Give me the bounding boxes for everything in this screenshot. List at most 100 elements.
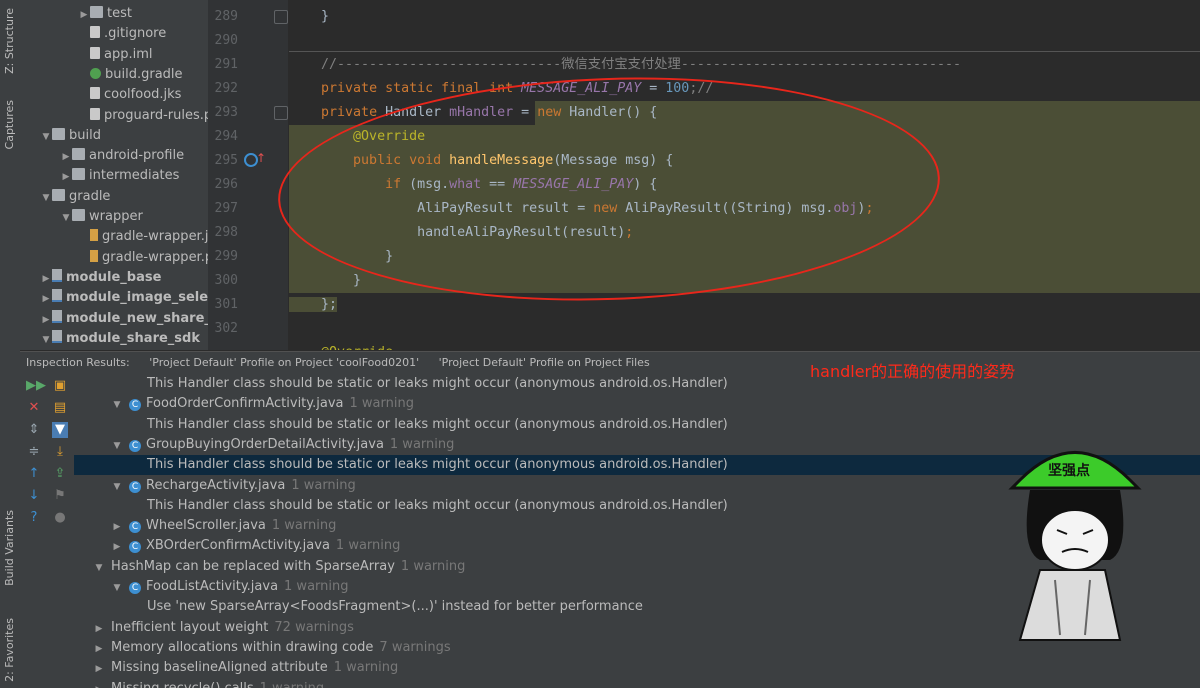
tree-item[interactable]: ▶ module_base [40, 268, 161, 288]
tree-item[interactable]: app.iml [78, 45, 153, 65]
inspection-text: RechargeActivity.java [146, 477, 286, 493]
close-icon[interactable]: ✕ [26, 400, 42, 416]
tree-item[interactable]: ▼ gradle [40, 187, 110, 207]
warning-count: 1 warning [271, 518, 337, 534]
warning-count: 1 warning [284, 579, 349, 594]
folder-icon [72, 148, 85, 161]
export-icon[interactable]: ⤓ [52, 444, 68, 460]
inspection-row[interactable]: ▶ Missing recycle() calls 1 warning [74, 679, 1200, 688]
code-line-292: private static final int MESSAGE_ALI_PAY… [321, 81, 714, 96]
tree-item[interactable]: ▶ module_new_share_sdk [40, 309, 208, 329]
tree-item[interactable]: ▶ intermediates [60, 166, 179, 186]
expand-down-icon[interactable]: ▼ [40, 330, 52, 350]
inspection-text: Memory allocations within drawing code [111, 639, 374, 655]
left-tool-stripe: Z: Structure Captures Build Variants 2: … [0, 0, 21, 688]
tree-item-label: gradle-wrapper.properties [102, 249, 208, 265]
filter-file-icon[interactable]: ▤ [52, 400, 68, 416]
file-icon [90, 87, 100, 100]
expand-down-icon[interactable]: ▼ [111, 477, 123, 497]
help-icon[interactable]: ? [26, 510, 42, 526]
collapse-all-icon[interactable]: ≑ [26, 444, 42, 460]
file-icon [90, 46, 100, 59]
suppress-icon[interactable]: ⚑ [52, 488, 68, 504]
tree-item[interactable]: ▼ build [40, 126, 101, 146]
tree-item[interactable]: build.gradle [78, 65, 183, 85]
expand-down-icon[interactable]: ▼ [40, 188, 52, 208]
folder-icon [52, 127, 65, 140]
inspection-tab-project[interactable]: 'Project Default' Profile on Project 'co… [149, 356, 419, 369]
expand-right-icon[interactable]: ▶ [111, 517, 123, 537]
expand-right-icon[interactable]: ▶ [78, 5, 90, 25]
apply-fix-icon[interactable]: ⇪ [52, 466, 68, 482]
line-number: 293 [214, 105, 238, 120]
tree-item[interactable]: gradle-wrapper.jar [78, 227, 208, 247]
expand-right-icon[interactable]: ▶ [93, 680, 105, 688]
code-line-296: if (msg.what == MESSAGE_ALI_PAY) { [289, 173, 1200, 197]
expand-down-icon[interactable]: ▼ [111, 436, 123, 456]
gradle-icon [90, 67, 101, 79]
line-number: 295 [214, 153, 238, 168]
expand-all-icon[interactable]: ⇕ [26, 422, 42, 438]
expand-right-icon[interactable]: ▶ [40, 310, 52, 330]
class-icon: C [129, 582, 141, 594]
file-icon [90, 26, 100, 39]
expand-down-icon[interactable]: ▼ [40, 127, 52, 147]
tree-item[interactable]: gradle-wrapper.properties [78, 248, 208, 268]
expand-right-icon[interactable]: ▶ [60, 167, 72, 187]
fold-marker-icon[interactable] [274, 10, 288, 24]
module-icon [52, 268, 62, 282]
expand-right-icon[interactable]: ▶ [93, 639, 105, 659]
previous-icon[interactable]: ↑ [26, 466, 42, 482]
tree-item[interactable]: ▶ android-profile [60, 146, 184, 166]
expand-right-icon[interactable]: ▶ [40, 269, 52, 289]
class-icon: C [129, 541, 141, 554]
code-line-289: } [289, 9, 330, 24]
inspection-tab-files[interactable]: 'Project Default' Profile on Project Fil… [439, 356, 650, 369]
expand-right-icon[interactable]: ▶ [60, 147, 72, 167]
inspection-row[interactable]: ▼ C FoodOrderConfirmActivity.java 1 warning [74, 394, 1200, 414]
class-icon: C [129, 521, 141, 534]
tree-item[interactable]: .gitignore [78, 24, 166, 44]
structure-tab[interactable]: Z: Structure [3, 8, 16, 74]
method-separator [289, 51, 1200, 52]
inspection-text: This Handler class should be static or l… [147, 497, 728, 513]
fold-marker-icon[interactable] [274, 106, 288, 120]
inspection-text: FoodListActivity.java [146, 579, 279, 594]
expand-down-icon[interactable]: ▼ [93, 558, 105, 578]
expand-right-icon[interactable]: ▶ [93, 659, 105, 679]
tree-item[interactable]: proguard-rules.pro [78, 106, 208, 126]
inspection-row[interactable]: This Handler class should be static or l… [74, 374, 1200, 394]
expand-down-icon[interactable]: ▼ [111, 395, 123, 415]
inspection-text: This Handler class should be static or l… [147, 376, 728, 391]
tree-item[interactable]: ▶ module_image_selector [40, 288, 208, 308]
expand-down-icon[interactable]: ▼ [60, 208, 72, 228]
tree-item[interactable]: ▼ wrapper [60, 207, 143, 227]
group-icon[interactable]: ▣ [52, 378, 68, 394]
tree-item[interactable]: ▼ module_share_sdk [40, 329, 200, 349]
rerun-icon[interactable]: ▶▶ [26, 378, 46, 394]
code-editor[interactable]: } //----------------------------微信支付宝支付处… [289, 0, 1200, 350]
class-icon: C [129, 399, 141, 412]
module-icon [52, 329, 62, 343]
code-line-293: private Handler mHandler = new Handler()… [321, 105, 658, 120]
inspection-text: FoodOrderConfirmActivity.java [146, 396, 344, 412]
expand-right-icon[interactable]: ▶ [93, 619, 105, 639]
code-line-297: AliPayResult result = new AliPayResult((… [289, 197, 1200, 221]
expand-right-icon[interactable]: ▶ [111, 537, 123, 557]
filter-icon[interactable]: ▼ [52, 422, 68, 438]
tree-item[interactable]: ▶ test [78, 4, 132, 24]
bulb-icon[interactable]: ● [52, 510, 68, 526]
inspection-text: This Handler class should be static or l… [147, 416, 728, 432]
favorites-tab[interactable]: 2: Favorites [3, 618, 16, 682]
tree-item-label: test [107, 6, 132, 21]
tree-item[interactable]: coolfood.jks [78, 85, 181, 105]
build-variants-tab[interactable]: Build Variants [3, 510, 16, 586]
captures-tab[interactable]: Captures [3, 100, 16, 149]
inspection-text: This Handler class should be static or l… [147, 457, 728, 473]
inspection-row[interactable]: ▶ Missing baselineAligned attribute 1 warn… [74, 658, 1200, 678]
expand-right-icon[interactable]: ▶ [40, 289, 52, 309]
expand-down-icon[interactable]: ▼ [111, 578, 123, 598]
next-icon[interactable]: ↓ [26, 488, 42, 504]
tree-item-label: android-profile [89, 148, 185, 164]
line-number: 296 [214, 177, 238, 192]
